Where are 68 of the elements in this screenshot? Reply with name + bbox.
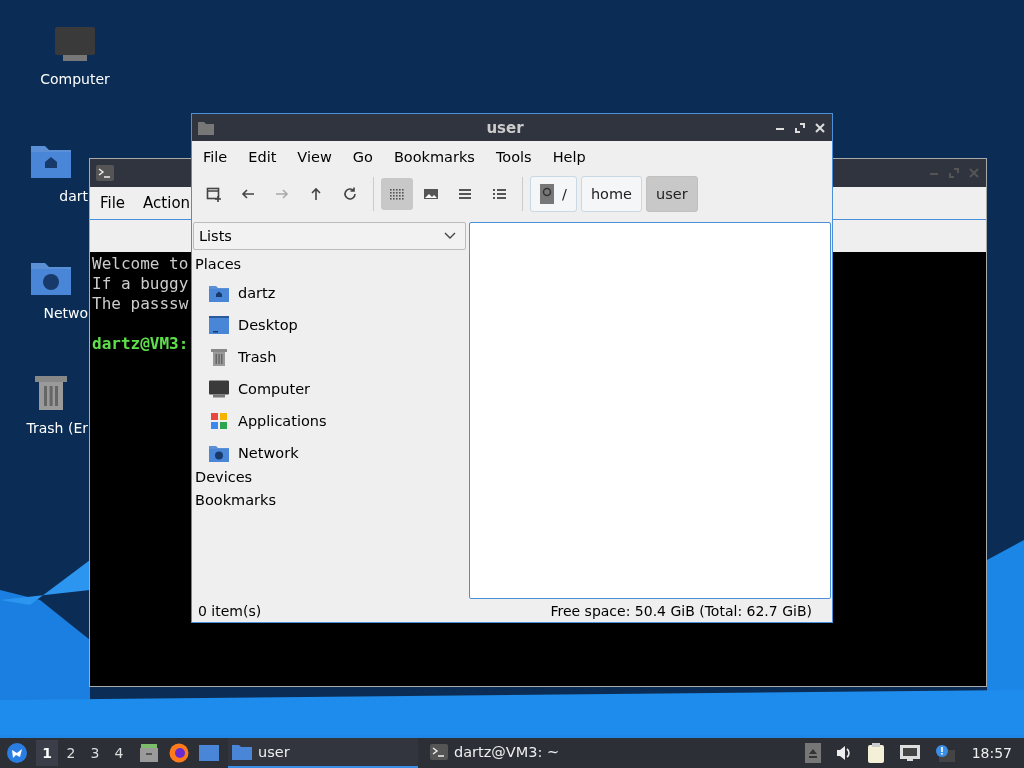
desktop-icon-label[interactable]: dart xyxy=(59,188,88,204)
notification-icon[interactable] xyxy=(934,744,955,762)
home-folder-icon xyxy=(208,283,230,303)
network-icon[interactable] xyxy=(898,744,921,762)
places-item[interactable]: Trash xyxy=(193,341,466,373)
terminal-line: If a buggy xyxy=(92,274,189,294)
terminal-line: The passsw xyxy=(92,294,189,314)
desktop-icon-label[interactable]: Netwo xyxy=(43,305,88,321)
bulleted-list-icon xyxy=(491,186,507,202)
places-item[interactable]: Network xyxy=(193,437,466,469)
path-button[interactable]: user xyxy=(646,176,698,212)
file-cabinet-icon[interactable] xyxy=(138,742,160,764)
places-item[interactable]: Computer xyxy=(193,373,466,405)
menu-item[interactable]: View xyxy=(290,149,339,165)
places-item[interactable]: dartz xyxy=(193,277,466,309)
start-menu-icon[interactable] xyxy=(6,742,28,764)
side-pane-mode-dropdown[interactable]: Lists xyxy=(193,222,466,250)
item-count: 0 item(s) xyxy=(198,603,262,619)
path-button[interactable]: home xyxy=(580,176,642,212)
browser-icon[interactable] xyxy=(168,742,190,764)
workspace-button[interactable]: 1 xyxy=(36,740,58,766)
menu-item[interactable]: Go xyxy=(345,149,380,165)
image-icon xyxy=(423,186,439,202)
clipboard-icon[interactable] xyxy=(866,742,885,764)
workspace-button[interactable]: 2 xyxy=(60,740,82,766)
clock[interactable]: 18:57 xyxy=(971,745,1012,761)
desktop-icon[interactable] xyxy=(198,744,220,762)
places-item[interactable]: Desktop xyxy=(193,309,466,341)
menu-item[interactable]: File xyxy=(196,149,235,165)
taskbar-task[interactable]: dartz@VM3: ~ xyxy=(426,738,616,768)
terminal-icon xyxy=(96,165,114,181)
show-hidden-icons-button[interactable] xyxy=(804,743,821,763)
section-header[interactable]: Places xyxy=(193,256,466,273)
desktop-icon-label[interactable]: Trash (Er xyxy=(26,420,88,436)
applications-icon xyxy=(209,411,229,431)
workspace-button[interactable]: 3 xyxy=(84,740,106,766)
folder-icon xyxy=(232,744,252,760)
drive-icon xyxy=(540,184,554,204)
trash-icon xyxy=(210,347,228,367)
terminal-line: Welcome to xyxy=(92,254,189,274)
menu-item[interactable]: Bookmarks xyxy=(386,149,482,165)
menu-item[interactable]: Tools xyxy=(488,149,539,165)
computer-icon xyxy=(208,379,230,399)
free-space-text: Free space: 50.4 GiB (Total: 62.7 GiB) xyxy=(550,603,812,619)
list-icon xyxy=(457,186,473,202)
menu-item[interactable]: File xyxy=(100,194,126,212)
desktop-icon-label[interactable]: Computer xyxy=(40,71,110,87)
window-plus-icon xyxy=(206,186,222,202)
prompt-line: dartz@VM3: xyxy=(92,334,189,354)
desktop-icon xyxy=(208,315,230,335)
refresh-icon xyxy=(342,186,358,202)
taskbar-task[interactable]: user xyxy=(228,738,418,768)
grid-icon xyxy=(389,186,405,202)
menu-item[interactable]: Edit xyxy=(241,149,284,165)
places-item[interactable]: Applications xyxy=(193,405,466,437)
computer-icon xyxy=(53,25,97,63)
volume-icon[interactable] xyxy=(834,744,853,762)
menu-item[interactable]: Action xyxy=(143,194,191,212)
section-header[interactable]: Bookmarks xyxy=(193,492,466,509)
menu-item[interactable]: Help xyxy=(545,149,593,165)
terminal-icon xyxy=(430,744,448,760)
section-header[interactable]: Devices xyxy=(193,469,466,486)
network-folder-icon xyxy=(208,443,230,463)
folder-icon xyxy=(198,120,214,135)
window-title: user xyxy=(485,118,525,137)
chevron-down-icon xyxy=(444,232,456,240)
path-button[interactable]: / xyxy=(530,176,577,212)
workspace-button[interactable]: 4 xyxy=(108,740,130,766)
